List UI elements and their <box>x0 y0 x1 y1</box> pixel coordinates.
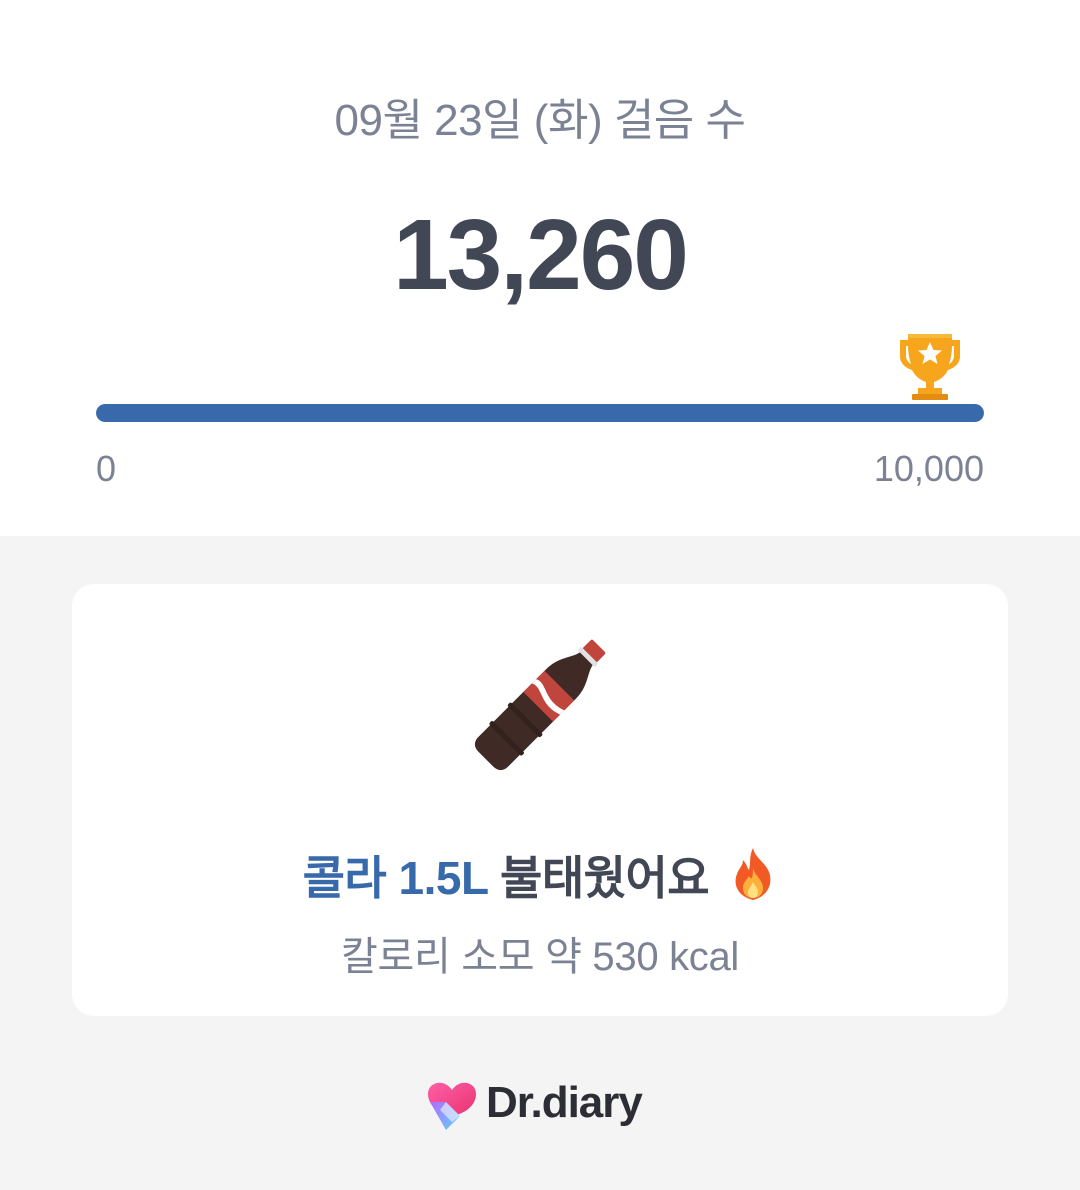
step-count: 13,260 <box>393 199 689 311</box>
cola-bottle-icon <box>474 639 606 771</box>
step-progress-fill <box>96 404 984 422</box>
page-title: 09월 23일 (화) 걸음 수 <box>334 96 746 145</box>
progress-min-label: 0 <box>96 448 117 489</box>
progress-goal-label: 10,000 <box>873 448 984 489</box>
calorie-headline: 콜라 1.5L 불태웠어요 <box>72 842 1008 908</box>
headline-accent: 콜라 1.5L <box>302 852 489 904</box>
step-progress-bar <box>96 404 984 422</box>
fire-icon <box>735 848 771 900</box>
brand-name: Dr.diary <box>486 1078 643 1127</box>
calorie-subline: 칼로리 소모 약 530 kcal <box>340 935 740 979</box>
steps-summary-panel: 09월 23일 (화) 걸음 수 13,260 0 10,000 <box>0 0 1080 536</box>
brand-footer: Dr.diary <box>424 1074 664 1134</box>
heart-logo-icon <box>428 1082 476 1130</box>
trophy-icon <box>900 334 960 400</box>
headline-text: 불태웠어요 <box>500 852 710 904</box>
